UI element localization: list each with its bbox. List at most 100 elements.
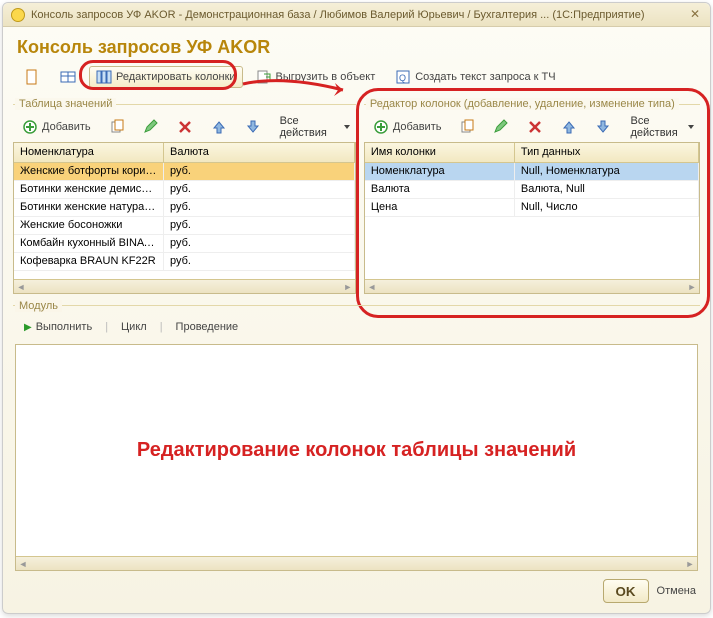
left-move-down-button[interactable] [238,116,268,138]
cell-currency: руб. [164,199,355,216]
right-subtoolbar: Добавить Все действия [364,114,700,142]
table-row[interactable]: Комбайн кухонный BINAT… руб. [14,235,355,253]
ok-button[interactable]: OK [603,579,649,603]
table-row[interactable]: Валюта Валюта, Null [365,181,699,199]
copy-icon [459,119,475,135]
annotation-caption: Редактирование колонок таблицы значений [137,439,576,462]
editor-scrollbar[interactable]: ◄ ► [16,556,697,570]
separator: | [105,321,108,333]
cell-col: Цена [365,199,515,216]
right-all-actions[interactable]: Все действия [626,117,698,137]
loop-button[interactable]: Цикл [114,316,154,338]
export-icon [256,69,272,85]
cell-name: Кофеварка BRAUN KF22R [14,253,164,270]
arrow-up-icon [211,119,227,135]
table-row[interactable]: Ботинки женские демисе… руб. [14,181,355,199]
delete-icon [177,119,193,135]
left-copy-button[interactable] [102,116,132,138]
left-delete-button[interactable] [170,116,200,138]
scroll-left-icon: ◄ [16,282,26,292]
export-to-object-button[interactable]: Выгрузить в объект [249,66,383,88]
scroll-right-icon: ► [687,282,697,292]
arrow-up-icon [561,119,577,135]
scroll-left-icon: ◄ [367,282,377,292]
table-row[interactable]: Номенклатура Null, Номенклатура [365,163,699,181]
table-icon [60,69,76,85]
table-row[interactable]: Женские босоножки руб. [14,217,355,235]
chevron-down-icon [344,125,350,129]
left-move-up-button[interactable] [204,116,234,138]
cell-col: Валюта [365,181,515,198]
left-col-name[interactable]: Номенклатура [14,143,164,162]
right-add-label: Добавить [393,121,442,133]
new-button[interactable] [17,66,47,88]
right-delete-button[interactable] [520,116,550,138]
cell-col: Номенклатура [365,163,515,180]
close-icon[interactable]: ✕ [688,8,702,22]
right-col-name[interactable]: Имя колонки [365,143,515,162]
create-query-label: Создать текст запроса к ТЧ [415,71,555,83]
main-toolbar: Редактировать колонки Выгрузить в объект… [3,64,710,94]
left-all-actions[interactable]: Все действия [276,117,354,137]
cell-currency: руб. [164,253,355,270]
export-label: Выгрузить в объект [276,71,376,83]
right-edit-button[interactable] [486,116,516,138]
right-copy-button[interactable] [452,116,482,138]
cell-currency: руб. [164,235,355,252]
left-section-label: Таблица значений [13,94,356,114]
left-edit-button[interactable] [136,116,166,138]
app-icon [11,8,25,22]
chevron-down-icon [688,125,694,129]
posting-label: Проведение [176,321,239,333]
footer: OK Отмена [3,571,710,613]
delete-icon [527,119,543,135]
module-toolbar: ▶ Выполнить | Цикл | Проведение [3,316,710,344]
run-button[interactable]: ▶ Выполнить [17,316,99,338]
left-col-currency[interactable]: Валюта [164,143,355,162]
loop-label: Цикл [121,321,147,333]
cell-currency: руб. [164,217,355,234]
code-editor[interactable]: Редактирование колонок таблицы значений … [15,344,698,571]
cell-currency: руб. [164,163,355,180]
left-all-actions-label: Все действия [280,115,341,139]
right-section-label: Редактор колонок (добавление, удаление, … [364,94,700,114]
horizontal-scrollbar[interactable]: ◄ ► [365,279,699,293]
cell-type: Null, Число [515,199,699,216]
cell-name: Женские босоножки [14,217,164,234]
page-title: Консоль запросов УФ AKOR [3,27,710,64]
posting-button[interactable]: Проведение [169,316,246,338]
cell-name: Женские ботфорты корич… [14,163,164,180]
cell-name: Комбайн кухонный BINAT… [14,235,164,252]
right-move-up-button[interactable] [554,116,584,138]
arrow-down-icon [595,119,611,135]
scroll-right-icon: ► [343,282,353,292]
module-section-label: Модуль [3,294,710,316]
query-icon: Q [395,69,411,85]
left-subtoolbar: Добавить Все действия [13,114,356,142]
create-query-button[interactable]: Q Создать текст запроса к ТЧ [388,66,562,88]
add-icon [22,119,38,135]
table-row[interactable]: Женские ботфорты корич… руб. [14,163,355,181]
table-row[interactable]: Цена Null, Число [365,199,699,217]
document-icon [24,69,40,85]
pencil-icon [493,119,509,135]
cancel-button[interactable]: Отмена [657,585,696,597]
play-icon: ▶ [24,322,32,333]
right-col-type[interactable]: Тип данных [515,143,699,162]
cell-name: Ботинки женские натурал… [14,199,164,216]
table-row[interactable]: Кофеварка BRAUN KF22R руб. [14,253,355,271]
titlebar: Консоль запросов УФ AKOR - Демонстрацион… [3,3,710,27]
right-move-down-button[interactable] [588,116,618,138]
right-grid: Имя колонки Тип данных Номенклатура Null… [364,142,700,294]
window-title: Консоль запросов УФ AKOR - Демонстрацион… [31,9,688,21]
table-row[interactable]: Ботинки женские натурал… руб. [14,199,355,217]
horizontal-scrollbar[interactable]: ◄ ► [14,279,355,293]
cell-currency: руб. [164,181,355,198]
right-all-actions-label: Все действия [630,115,685,139]
scroll-left-icon: ◄ [18,559,28,569]
right-add-button[interactable]: Добавить [366,116,449,138]
cell-type: Валюта, Null [515,181,699,198]
copy-icon [109,119,125,135]
left-grid: Номенклатура Валюта Женские ботфорты кор… [13,142,356,294]
left-add-button[interactable]: Добавить [15,116,98,138]
